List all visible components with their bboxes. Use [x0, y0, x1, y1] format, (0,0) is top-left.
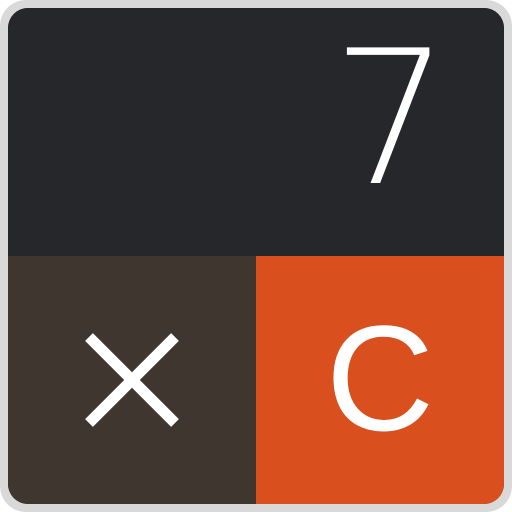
clear-button[interactable]: C — [256, 256, 504, 504]
multiply-button[interactable] — [8, 256, 256, 504]
multiply-icon — [85, 333, 179, 427]
clear-button-label: C — [325, 294, 435, 462]
calculator-display: 7 — [8, 8, 504, 256]
display-value: 7 — [331, 10, 450, 227]
calculator-app: 7 C — [8, 8, 504, 504]
